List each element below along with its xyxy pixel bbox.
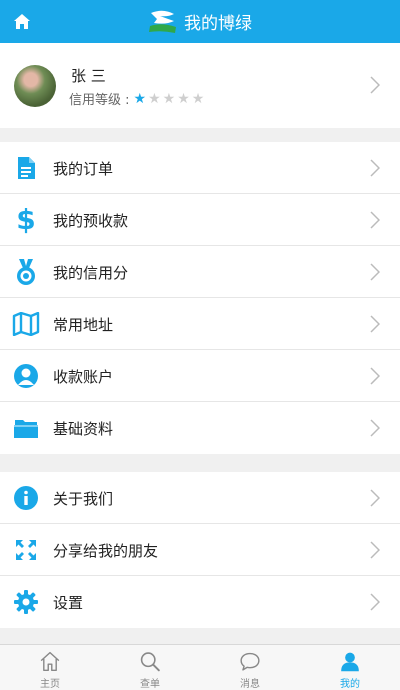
menu-item-share[interactable]: 分享给我的朋友 xyxy=(0,524,400,576)
account-icon xyxy=(12,362,40,390)
menu-item-label: 分享给我的朋友 xyxy=(53,542,159,560)
menu-item-settings[interactable]: 设置 xyxy=(0,576,400,628)
gear-icon xyxy=(12,588,40,616)
chevron-right-icon xyxy=(370,76,380,94)
menu-item-label: 设置 xyxy=(53,594,84,612)
tab-orders[interactable]: 查单 xyxy=(100,645,200,690)
profile-name: 张 三 xyxy=(71,67,106,85)
person-icon xyxy=(341,652,359,672)
home-outline-icon xyxy=(40,651,60,672)
chevron-right-icon xyxy=(370,541,380,559)
menu-item-label: 常用地址 xyxy=(53,316,114,334)
chevron-right-icon xyxy=(370,211,380,229)
menu-item-label: 关于我们 xyxy=(53,490,114,508)
menu-item-credit-score[interactable]: 我的信用分 xyxy=(0,246,400,298)
chevron-right-icon xyxy=(370,489,380,507)
medal-icon xyxy=(12,258,40,286)
chevron-right-icon xyxy=(370,263,380,281)
credit-level-label: 信用等级 : xyxy=(69,93,130,108)
menu-item-address[interactable]: 常用地址 xyxy=(0,298,400,350)
search-icon xyxy=(140,652,160,672)
folder-icon xyxy=(12,414,40,442)
tab-label: 主页 xyxy=(40,679,60,690)
chevron-right-icon xyxy=(370,593,380,611)
menu-item-payee-account[interactable]: 收款账户 xyxy=(0,350,400,402)
menu-group-app: 关于我们 分享给我的朋友 设置 xyxy=(0,472,400,628)
menu-item-prepayment[interactable]: $ 我的预收款 xyxy=(0,194,400,246)
page-title: 我的博绿 xyxy=(184,14,252,34)
bottom-tab-bar: 主页 查单 消息 我的 xyxy=(0,644,400,690)
share-icon xyxy=(12,536,40,564)
dollar-icon: $ xyxy=(16,203,36,236)
chevron-right-icon xyxy=(370,419,380,437)
menu-item-label: 我的订单 xyxy=(53,160,114,178)
map-icon xyxy=(12,310,40,338)
header-bar: 我的博绿 xyxy=(0,0,400,43)
menu-item-label: 我的信用分 xyxy=(53,264,129,282)
menu-item-about[interactable]: 关于我们 xyxy=(0,472,400,524)
tab-messages[interactable]: 消息 xyxy=(200,645,300,690)
chat-icon xyxy=(240,652,260,671)
avatar[interactable] xyxy=(14,65,56,107)
credit-level: 信用等级 : ★★★★★ xyxy=(69,89,207,109)
credit-stars: ★★★★★ xyxy=(134,91,207,107)
star-empty-icon: ★ xyxy=(148,90,163,107)
info-icon xyxy=(12,484,40,512)
menu-item-orders[interactable]: 我的订单 xyxy=(0,142,400,194)
bolu-logo-icon xyxy=(149,10,176,33)
chevron-right-icon xyxy=(370,367,380,385)
star-empty-icon: ★ xyxy=(177,90,192,107)
chevron-right-icon xyxy=(370,159,380,177)
menu-item-label: 我的预收款 xyxy=(53,212,129,230)
menu-item-label: 收款账户 xyxy=(53,368,114,386)
star-filled-icon: ★ xyxy=(133,90,149,107)
header-title-area: 我的博绿 xyxy=(0,0,400,43)
tab-home[interactable]: 主页 xyxy=(0,645,100,690)
star-empty-icon: ★ xyxy=(191,90,207,107)
document-icon xyxy=(12,154,40,182)
profile-card[interactable]: 张 三 信用等级 : ★★★★★ xyxy=(0,43,400,128)
chevron-right-icon xyxy=(370,315,380,333)
tab-mine[interactable]: 我的 xyxy=(300,645,400,690)
menu-item-basic-info[interactable]: 基础资料 xyxy=(0,402,400,454)
tab-label: 查单 xyxy=(140,679,160,690)
tab-label: 消息 xyxy=(240,679,260,690)
tab-label: 我的 xyxy=(340,679,360,690)
menu-group-account: 我的订单 $ 我的预收款 我的信用分 常用地址 收款账户 基础资料 xyxy=(0,142,400,454)
star-empty-icon: ★ xyxy=(162,90,178,107)
menu-item-label: 基础资料 xyxy=(53,420,114,438)
